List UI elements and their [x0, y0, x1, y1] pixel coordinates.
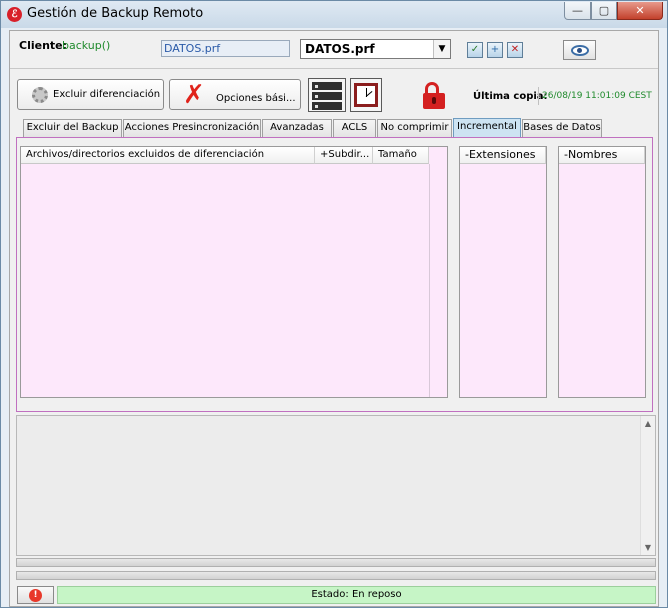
excluded-files-list[interactable]: Archivos/directorios excluidos de difere…: [20, 146, 448, 398]
extensions-list[interactable]: -Extensiones: [459, 146, 547, 398]
names-list[interactable]: -Nombres: [558, 146, 646, 398]
scroll-down-icon[interactable]: ▼: [641, 540, 655, 555]
alert-icon: !: [29, 589, 42, 602]
alert-button[interactable]: !: [17, 586, 54, 604]
schedule-button[interactable]: [350, 78, 382, 112]
tab-bases-de-datos[interactable]: Bases de Datos: [522, 119, 602, 137]
last-copy-value: 26/08/19 11:01:09 CEST: [538, 87, 652, 105]
maximize-button[interactable]: ▢: [591, 2, 617, 20]
client-value: backup(): [62, 39, 111, 52]
title-bar[interactable]: ℰ Gestión de Backup Remoto — ▢ ✕: [1, 1, 667, 28]
check-icon[interactable]: ✓: [467, 42, 483, 58]
progress-bar: [16, 571, 656, 580]
tab-avanzadas[interactable]: Avanzadas: [262, 119, 332, 137]
status-row: ! Estado: En reposo: [16, 586, 656, 604]
new-file-icon[interactable]: +: [487, 42, 503, 58]
backup-app-icon: ℰ: [7, 7, 22, 22]
column-header-files[interactable]: Archivos/directorios excluidos de difere…: [21, 147, 315, 164]
status-bar: Estado: En reposo: [57, 586, 656, 604]
column-header-subdir[interactable]: +Subdir...: [315, 147, 373, 164]
tab-incremental[interactable]: Incremental: [453, 118, 521, 137]
exclude-diff-button[interactable]: Excluir diferenciación: [17, 79, 164, 110]
eye-icon: [570, 44, 589, 56]
server-button[interactable]: [308, 78, 346, 112]
log-scrollbar[interactable]: ▲ ▼: [640, 416, 655, 555]
prf-file-field[interactable]: DATOS.prf: [161, 40, 290, 57]
chevron-down-icon[interactable]: ▼: [433, 40, 450, 58]
tab-no-comprimir[interactable]: No comprimir: [377, 119, 452, 137]
server-icon-rack: [312, 102, 342, 110]
lock-body: [423, 93, 445, 109]
close-button[interactable]: ✕: [617, 2, 663, 20]
server-icon-rack: [312, 92, 342, 100]
prf-select[interactable]: DATOS.prf ▼: [300, 39, 451, 59]
tab-acciones-presincronizacion[interactable]: Acciones Presincronización: [123, 119, 261, 137]
prf-select-value: DATOS.prf: [305, 42, 375, 56]
server-icon: [312, 82, 342, 90]
main-window: ℰ Gestión de Backup Remoto — ▢ ✕ Cliente…: [0, 0, 668, 608]
lock-open-icon[interactable]: [423, 82, 447, 110]
basic-options-button[interactable]: ✗ Opciones bási...: [169, 79, 301, 110]
minimize-button[interactable]: —: [564, 2, 591, 20]
column-header-size[interactable]: Tamaño: [373, 147, 429, 164]
window-title: Gestión de Backup Remoto: [27, 6, 204, 21]
last-copy-label: Última copia:: [473, 91, 548, 102]
main-panel: Cliente: backup() DATOS.prf DATOS.prf ▼ …: [9, 30, 659, 607]
log-area[interactable]: ▲ ▼: [16, 415, 656, 556]
tab-acls[interactable]: ACLS: [333, 119, 376, 137]
extensions-header[interactable]: -Extensiones: [460, 147, 546, 164]
tools-icon: ✗: [183, 80, 205, 110]
list-column-divider: [429, 164, 430, 397]
toolbar: Excluir diferenciación ✗ Opciones bási..…: [10, 70, 658, 112]
view-button[interactable]: [563, 40, 596, 60]
client-label: Cliente:: [19, 39, 68, 52]
client-row: Cliente: backup() DATOS.prf DATOS.prf ▼ …: [10, 31, 658, 69]
delete-file-icon[interactable]: ✕: [507, 42, 523, 58]
tab-excluir-backup[interactable]: Excluir del Backup: [23, 119, 122, 137]
horizontal-scrollbar[interactable]: [16, 558, 656, 567]
exclude-diff-label: Excluir diferenciación: [53, 89, 161, 100]
clock-icon: [354, 83, 378, 107]
basic-options-label: Opciones bási...: [216, 93, 296, 104]
names-header[interactable]: -Nombres: [559, 147, 645, 164]
gear-icon: [32, 87, 48, 103]
incremental-tab-panel: Archivos/directorios excluidos de difere…: [16, 137, 653, 412]
scroll-up-icon[interactable]: ▲: [641, 416, 655, 431]
